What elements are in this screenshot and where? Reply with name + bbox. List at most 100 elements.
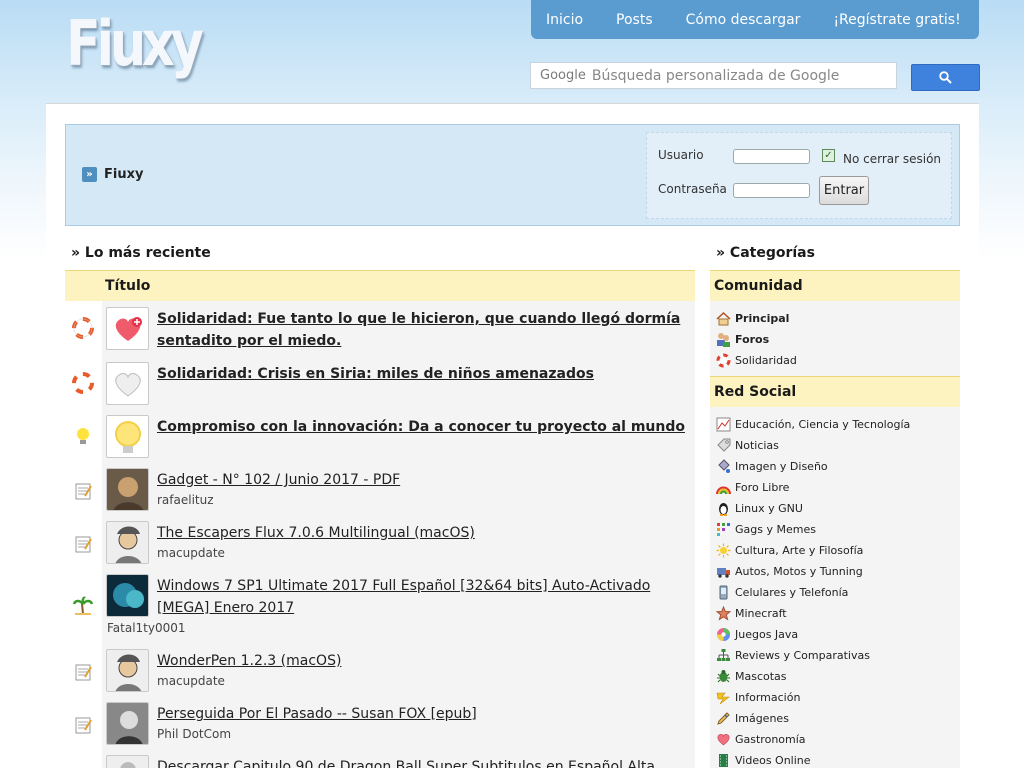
breadcrumb[interactable]: » Fiuxy (82, 167, 143, 182)
avatar[interactable] (106, 755, 149, 768)
thumb-heart-icon[interactable] (106, 362, 149, 405)
avatar[interactable] (106, 468, 149, 511)
category-gags[interactable]: Gags y Memes (716, 520, 816, 538)
nav-inicio[interactable]: Inicio (546, 12, 583, 28)
post-title-link[interactable]: Descargar Capitulo 90 de Dragon Ball Sup… (157, 756, 692, 768)
avatar[interactable] (106, 521, 149, 564)
group-label: Red Social (714, 384, 797, 400)
lightning-icon (716, 690, 731, 705)
notepad-icon (71, 660, 95, 684)
post-author-link[interactable]: macupdate (157, 674, 225, 688)
group-header-red-social: Red Social (710, 376, 960, 407)
post-author-link[interactable]: Phil DotCom (157, 727, 231, 741)
category-label: Principal (735, 311, 790, 325)
remember-label: No cerrar sesión (843, 152, 942, 166)
search-icon (939, 71, 952, 84)
category-label: Imagen y Diseño (735, 459, 828, 473)
thumb-lightbulb-icon[interactable] (106, 415, 149, 458)
post-title-link[interactable]: The Escapers Flux 7.0.6 Multilingual (ma… (157, 522, 692, 544)
rainbow-icon (716, 480, 731, 495)
category-reviews[interactable]: Reviews y Comparativas (716, 646, 870, 664)
category-label: Solidaridad (735, 353, 797, 367)
post-title-link[interactable]: Windows 7 SP1 Ultimate 2017 Full Español… (157, 575, 692, 619)
film-icon (716, 753, 731, 768)
post-title-link[interactable]: Solidaridad: Crisis en Siria: miles de n… (157, 363, 692, 385)
category-principal[interactable]: Principal (716, 309, 789, 327)
post-author-link[interactable]: rafaelituz (157, 493, 214, 507)
notepad-icon (71, 532, 95, 556)
nav-posts[interactable]: Posts (616, 12, 653, 28)
username-field[interactable] (733, 149, 810, 164)
category-label: Celulares y Telefonía (735, 585, 849, 599)
category-label: Foros (735, 332, 770, 346)
category-label: Linux y GNU (735, 501, 803, 515)
lifebuoy-icon (716, 353, 731, 368)
category-foros[interactable]: Foros (716, 330, 769, 348)
paint-bucket-icon (716, 458, 731, 474)
category-educacion[interactable]: Educación, Ciencia y Tecnología (716, 415, 910, 433)
post-title-link[interactable]: WonderPen 1.2.3 (macOS) (157, 650, 692, 672)
search-button[interactable] (911, 64, 980, 91)
category-label: Minecraft (735, 606, 787, 620)
post-title-link[interactable]: Compromiso con la innovación: Da a conoc… (157, 416, 692, 438)
avatar[interactable] (106, 574, 149, 617)
category-videos-online[interactable]: Videos Online (716, 751, 811, 768)
recent-section-title: » Lo más reciente (71, 245, 211, 261)
tag-icon (716, 438, 731, 453)
palm-tree-icon (71, 594, 95, 618)
nav-registrate[interactable]: ¡Regístrate gratis! (833, 12, 960, 28)
top-nav: Inicio Posts Cómo descargar ¡Regístrate … (531, 0, 979, 39)
category-label: Gags y Memes (735, 522, 816, 536)
category-cultura[interactable]: Cultura, Arte y Filosofía (716, 541, 863, 559)
phone-icon (716, 585, 731, 600)
category-celulares[interactable]: Celulares y Telefonía (716, 583, 848, 601)
category-autos[interactable]: Autos, Motos y Tunning (716, 562, 863, 580)
category-linux[interactable]: Linux y GNU (716, 499, 803, 517)
sun-icon (716, 543, 731, 558)
password-field[interactable] (733, 183, 810, 198)
category-juegos-java[interactable]: Juegos Java (716, 625, 798, 643)
post-title-link[interactable]: Perseguida Por El Pasado -- Susan FOX [e… (157, 703, 692, 725)
category-solidaridad[interactable]: Solidaridad (716, 351, 797, 369)
avatar[interactable] (106, 649, 149, 692)
notepad-icon (71, 479, 95, 503)
category-minecraft[interactable]: Minecraft (716, 604, 787, 622)
category-mascotas[interactable]: Mascotas (716, 667, 787, 685)
title-column-label: Título (105, 278, 151, 294)
thumb-heart-plus-icon[interactable] (106, 307, 149, 350)
google-brand: Google (540, 68, 586, 83)
sitemap-icon (716, 648, 731, 663)
search-placeholder: Búsqueda personalizada de Google (591, 67, 840, 84)
grid-icon (716, 522, 731, 537)
password-label: Contraseña (658, 182, 727, 196)
categories-section-title: » Categorías (716, 245, 815, 261)
recent-column-header: Título (65, 270, 695, 301)
post-author-link[interactable]: Fatal1ty0001 (107, 621, 186, 635)
color-wheel-icon (716, 627, 731, 642)
post-title-link[interactable]: Solidaridad: Fue tanto lo que le hiciero… (157, 308, 692, 352)
post-title-link[interactable]: Gadget - N° 102 / Junio 2017 - PDF (157, 469, 692, 491)
remember-checkbox[interactable]: ✓ (822, 149, 835, 162)
category-noticias[interactable]: Noticias (716, 436, 779, 454)
category-imagenes[interactable]: Imágenes (716, 709, 789, 727)
group-label: Comunidad (714, 278, 803, 294)
login-panel (646, 132, 952, 219)
post-author-link[interactable]: macupdate (157, 546, 225, 560)
users-icon (716, 332, 731, 347)
site-logo[interactable]: Fiuxy (66, 4, 204, 84)
category-foro-libre[interactable]: Foro Libre (716, 478, 789, 496)
login-submit-button[interactable]: Entrar (819, 176, 869, 205)
bug-icon (716, 669, 731, 684)
category-label: Cultura, Arte y Filosofía (735, 543, 864, 557)
category-informacion[interactable]: Información (716, 688, 800, 706)
avatar[interactable] (106, 702, 149, 745)
breadcrumb-label: Fiuxy (104, 167, 144, 182)
username-label: Usuario (658, 148, 704, 162)
search-input[interactable]: Google Búsqueda personalizada de Google (530, 62, 897, 89)
category-gastronomia[interactable]: Gastronomía (716, 730, 806, 748)
category-label: Imágenes (735, 711, 789, 725)
nav-como-descargar[interactable]: Cómo descargar (686, 12, 801, 28)
recent-posts-list: Solidaridad: Fue tanto lo que le hiciero… (65, 301, 695, 768)
category-imagen-diseno[interactable]: Imagen y Diseño (716, 457, 828, 475)
penguin-icon (716, 501, 731, 516)
